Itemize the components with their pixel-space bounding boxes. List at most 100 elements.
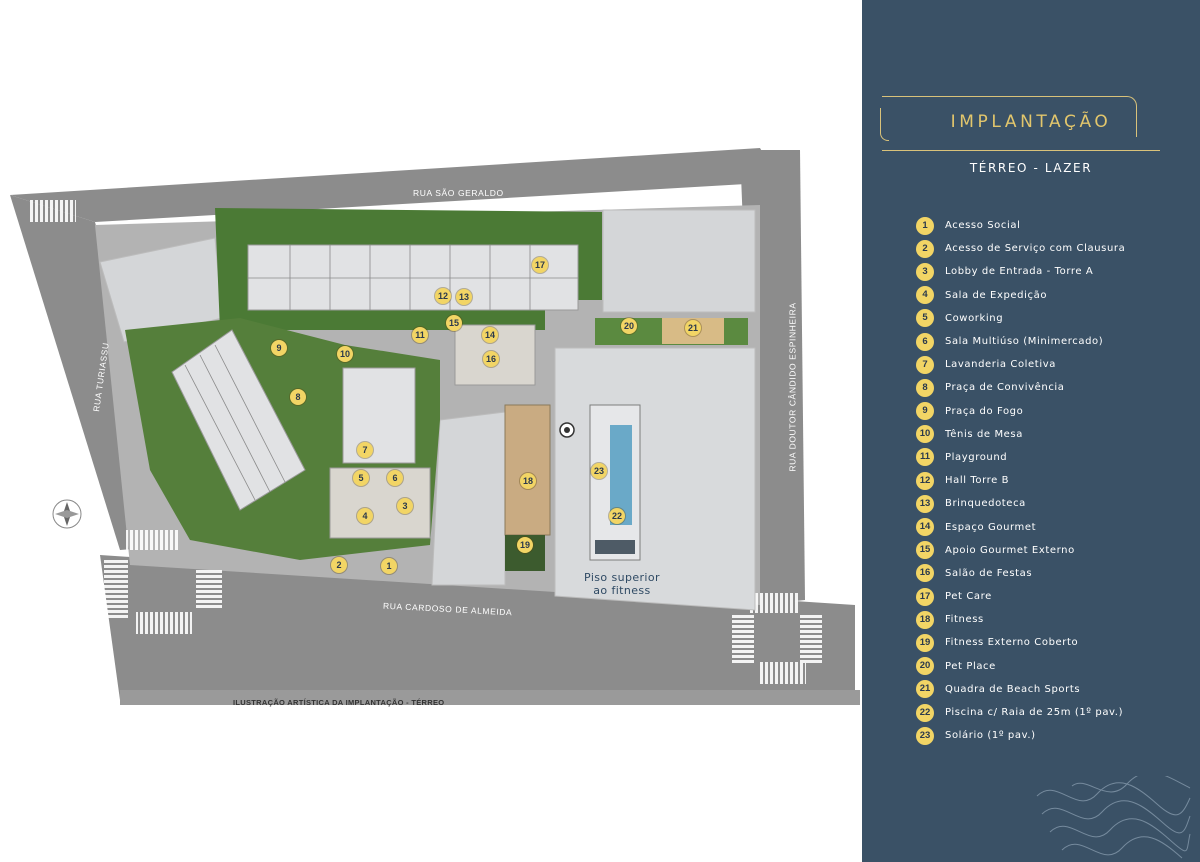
legend-number-badge: 1 — [916, 216, 934, 235]
compass-rose — [52, 499, 82, 529]
viewpoint-icon — [559, 422, 575, 438]
legend-number-badge: 2 — [916, 239, 934, 258]
legend-label: Acesso Social — [945, 220, 1021, 232]
legend-item[interactable]: 23 Solário (1º pav.) — [916, 724, 1186, 747]
legend-panel: IMPLANTAÇÃO TÉRREO - LAZER 1 Acesso Socia… — [862, 0, 1200, 862]
amenity-deck — [329, 467, 431, 539]
legend-label: Praça de Convivência — [945, 382, 1065, 394]
map-marker-23[interactable]: 23 — [591, 463, 607, 479]
legend-item[interactable]: 12 Hall Torre B — [916, 469, 1186, 492]
legend-number-badge: 13 — [916, 494, 934, 513]
fitness-note-line-2: ao fitness — [593, 584, 651, 597]
map-marker-1[interactable]: 1 — [381, 558, 397, 574]
map-marker-20[interactable]: 20 — [621, 318, 637, 334]
title-underline — [882, 150, 1160, 151]
legend-item[interactable]: 17 Pet Care — [916, 585, 1186, 608]
map-marker-21[interactable]: 21 — [685, 320, 701, 336]
map-marker-6[interactable]: 6 — [387, 470, 403, 486]
legend-item[interactable]: 3 Lobby de Entrada - Torre A — [916, 260, 1186, 283]
map-marker-10[interactable]: 10 — [337, 346, 353, 362]
fitness-upper-floor-note: Piso superior ao fitness — [566, 571, 678, 597]
legend-label: Piscina c/ Raia de 25m (1º pav.) — [945, 707, 1124, 719]
site-plan-drawing — [10, 148, 860, 705]
map-marker-8[interactable]: 8 — [290, 389, 306, 405]
legend-label: Pet Place — [945, 660, 996, 672]
legend-label: Quadra de Beach Sports — [945, 683, 1081, 695]
legend-number-badge: 3 — [916, 262, 934, 281]
legend-number-badge: 7 — [916, 355, 934, 374]
legend-item[interactable]: 15 Apoio Gourmet Externo — [916, 539, 1186, 562]
street-label-east: RUA DOUTOR CÂNDIDO ESPINHEIRA — [787, 302, 798, 472]
legend-number-badge: 20 — [916, 657, 934, 676]
legend-item[interactable]: 9 Praça do Fogo — [916, 400, 1186, 423]
legend-item[interactable]: 13 Brinquedoteca — [916, 492, 1186, 515]
street-label-north: RUA SÃO GERALDO — [413, 188, 504, 198]
legend-item[interactable]: 1 Acesso Social — [916, 214, 1186, 237]
fitness-note-line-1: Piso superior — [584, 571, 660, 584]
legend-label: Brinquedoteca — [945, 498, 1026, 510]
map-marker-16[interactable]: 16 — [483, 351, 499, 367]
legend-label: Praça do Fogo — [945, 405, 1024, 417]
legend-item[interactable]: 16 Salão de Festas — [916, 562, 1186, 585]
map-marker-2[interactable]: 2 — [331, 557, 347, 573]
map-marker-17[interactable]: 17 — [532, 257, 548, 273]
legend-number-badge: 19 — [916, 633, 934, 652]
neighbor-building-mid — [431, 411, 506, 586]
legend-number-badge: 14 — [916, 518, 934, 537]
legend-item[interactable]: 6 Sala Multiúso (Minimercado) — [916, 330, 1186, 353]
legend-label: Playground — [945, 451, 1008, 463]
legend-item[interactable]: 7 Lavanderia Coletiva — [916, 353, 1186, 376]
legend-item[interactable]: 2 Acesso de Serviço com Clausura — [916, 237, 1186, 260]
legend-item[interactable]: 8 Praça de Convivência — [916, 376, 1186, 399]
map-marker-22[interactable]: 22 — [609, 508, 625, 524]
neighbor-building-ne — [602, 209, 756, 313]
map-marker-14[interactable]: 14 — [482, 327, 498, 343]
map-marker-12[interactable]: 12 — [435, 288, 451, 304]
legend-number-badge: 21 — [916, 680, 934, 699]
legend-number-badge: 10 — [916, 425, 934, 444]
map-marker-13[interactable]: 13 — [456, 289, 472, 305]
map-marker-5[interactable]: 5 — [353, 470, 369, 486]
legend-item[interactable]: 19 Fitness Externo Coberto — [916, 631, 1186, 654]
map-marker-11[interactable]: 11 — [412, 327, 428, 343]
legend-item[interactable]: 22 Piscina c/ Raia de 25m (1º pav.) — [916, 701, 1186, 724]
legend-item[interactable]: 11 Playground — [916, 446, 1186, 469]
map-marker-15[interactable]: 15 — [446, 315, 462, 331]
map-marker-7[interactable]: 7 — [357, 442, 373, 458]
legend-label: Pet Care — [945, 591, 992, 603]
legend-label: Hall Torre B — [945, 475, 1010, 487]
map-marker-4[interactable]: 4 — [357, 508, 373, 524]
legend-item[interactable]: 5 Coworking — [916, 307, 1186, 330]
legend-label: Coworking — [945, 312, 1004, 324]
legend-item[interactable]: 4 Sala de Expedição — [916, 284, 1186, 307]
legend-number-badge: 16 — [916, 564, 934, 583]
legend-item[interactable]: 14 Espaço Gourmet — [916, 515, 1186, 538]
street-lower-extension — [120, 690, 860, 705]
legend-label: Lavanderia Coletiva — [945, 359, 1056, 371]
legend-number-badge: 5 — [916, 309, 934, 328]
legend-label: Lobby de Entrada - Torre A — [945, 266, 1094, 278]
panel-subtitle: TÉRREO - LAZER — [969, 161, 1093, 175]
fitness-deck — [504, 404, 551, 536]
map-caption: ILUSTRAÇÃO ARTÍSTICA DA IMPLANTAÇÃO - TÉ… — [233, 698, 445, 707]
map-marker-9[interactable]: 9 — [271, 340, 287, 356]
map-marker-3[interactable]: 3 — [397, 498, 413, 514]
legend-number-badge: 15 — [916, 541, 934, 560]
legend-number-badge: 8 — [916, 378, 934, 397]
legend-item[interactable]: 18 Fitness — [916, 608, 1186, 631]
legend-item[interactable]: 21 Quadra de Beach Sports — [916, 678, 1186, 701]
panel-title: IMPLANTAÇÃO — [950, 112, 1112, 132]
legend-label: Sala de Expedição — [945, 289, 1048, 301]
legend-item[interactable]: 10 Tênis de Mesa — [916, 423, 1186, 446]
legend-number-badge: 18 — [916, 610, 934, 629]
map-marker-18[interactable]: 18 — [520, 473, 536, 489]
legend-list: 1 Acesso Social 2 Acesso de Serviço com Cl… — [916, 214, 1186, 747]
legend-label: Fitness Externo Coberto — [945, 637, 1079, 649]
legend-label: Salão de Festas — [945, 567, 1033, 579]
legend-number-badge: 11 — [916, 448, 934, 467]
legend-number-badge: 4 — [916, 286, 934, 305]
map-marker-19[interactable]: 19 — [517, 537, 533, 553]
legend-number-badge: 12 — [916, 471, 934, 490]
legend-item[interactable]: 20 Pet Place — [916, 655, 1186, 678]
site-plan-map[interactable]: RUA SÃO GERALDO RUA TURIASSU RUA CARDOSO… — [0, 0, 862, 862]
